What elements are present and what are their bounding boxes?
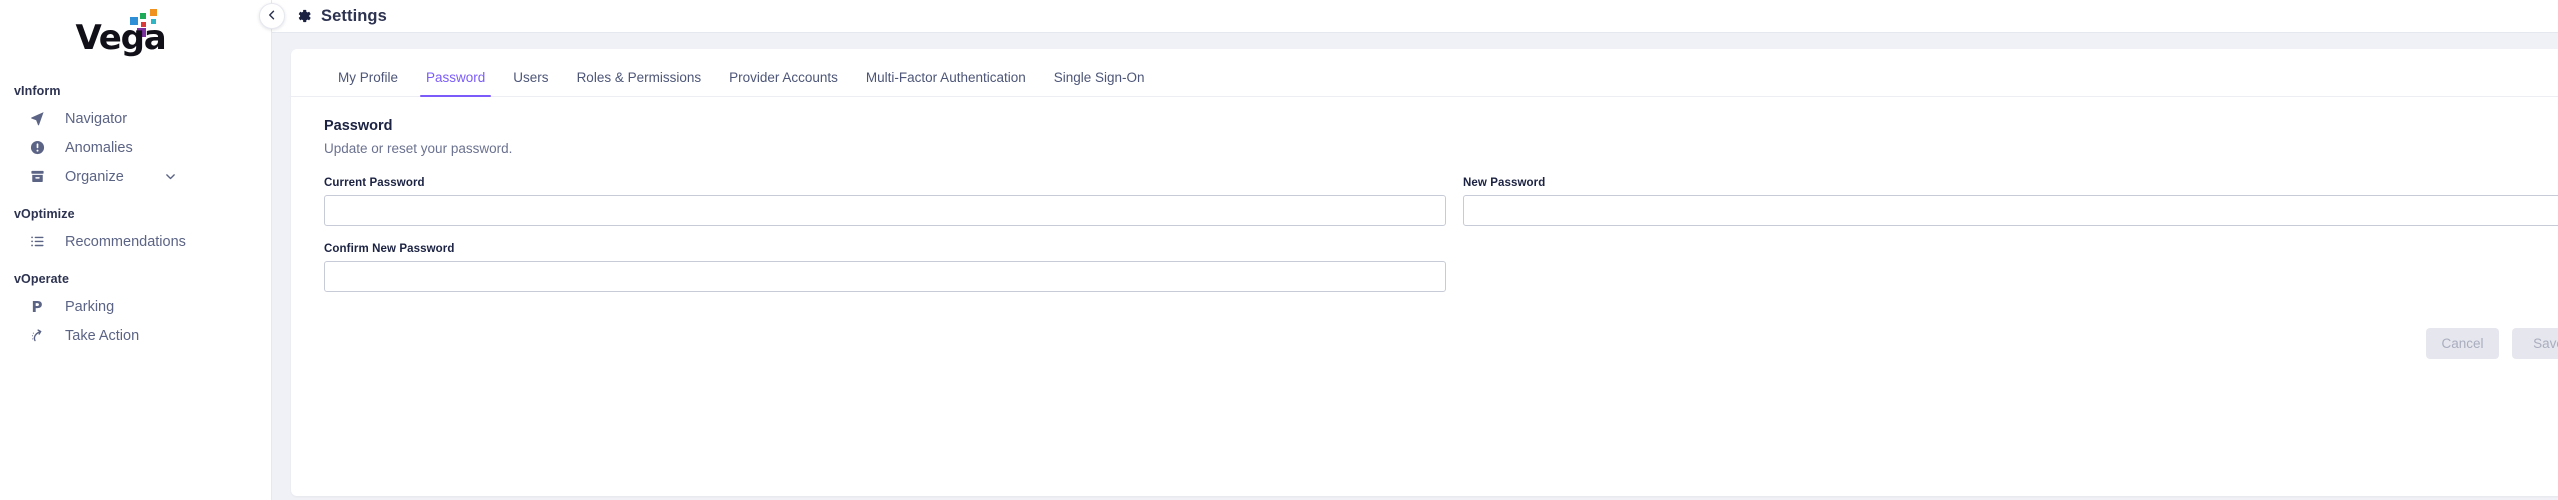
cancel-button[interactable]: Cancel [2426,328,2499,359]
content-area: My Profile Password Users Roles & Permis… [272,33,2558,500]
sidebar-item-label: Organize [65,168,124,185]
app-root: Vega vInform Navigator Anomalies Organiz… [0,0,2558,500]
sidebar-item-label: Navigator [65,110,128,127]
form-row-2: Confirm New Password [324,243,2558,309]
save-button[interactable]: Save [2512,328,2558,359]
tab-my-profile[interactable]: My Profile [324,70,412,96]
brand-name: Vega [75,18,167,58]
confirm-new-password-input[interactable] [324,261,1446,292]
page-title: Settings [321,6,387,25]
sidebar-section-voptimize: vOptimize [14,207,75,221]
anomalies-icon [26,138,48,158]
page-title-group: Settings [296,7,387,26]
gear-icon [296,8,312,24]
sidebar-item-organize[interactable]: Organize [0,162,271,191]
current-password-input[interactable] [324,195,1446,226]
tab-multi-factor-authentication[interactable]: Multi-Factor Authentication [852,70,1040,96]
sidebar-item-take-action[interactable]: Take Action [0,321,271,350]
main-area: Settings My Profile Password Users Roles… [259,0,2558,500]
sidebar-section-voperate: vOperate [14,272,69,286]
settings-card: My Profile Password Users Roles & Permis… [291,49,2558,496]
sidebar-item-label: Anomalies [65,139,133,156]
organize-icon [26,167,48,187]
sidebar-section-vinform: vInform [14,84,61,98]
new-password-field: New Password [1463,177,2558,226]
form-row-1: Current Password New Password [324,177,2558,243]
tab-users[interactable]: Users [499,70,562,96]
section-title: Password [324,118,393,134]
recommendations-icon [26,232,48,252]
sidebar-item-label: Take Action [65,327,140,344]
confirm-new-password-field: Confirm New Password [324,243,1446,292]
current-password-field: Current Password [324,177,1446,226]
brand-logo[interactable]: Vega [0,0,271,62]
password-section-header: Password Update or reset your password. [291,97,2558,156]
password-form: Current Password New Password Confirm Ne… [291,156,2558,309]
settings-tabs: My Profile Password Users Roles & Permis… [291,49,2558,97]
sidebar-item-anomalies[interactable]: Anomalies [0,133,271,162]
back-button[interactable] [259,3,285,29]
tab-password[interactable]: Password [412,70,499,97]
sidebar-item-parking[interactable]: P Parking [0,292,271,321]
new-password-label: New Password [1463,177,1546,189]
topbar: Settings [259,0,2558,33]
tab-roles-permissions[interactable]: Roles & Permissions [563,70,716,96]
form-actions: Cancel Save [291,309,2558,359]
navigator-icon [26,109,48,129]
sidebar-item-recommendations[interactable]: Recommendations [0,227,271,256]
sidebar-nav: vInform Navigator Anomalies Organize vOp… [0,62,271,350]
sidebar: Vega vInform Navigator Anomalies Organiz… [0,0,272,500]
chevron-down-icon[interactable] [164,170,177,183]
tab-single-sign-on[interactable]: Single Sign-On [1040,70,1159,96]
parking-icon: P [31,297,43,316]
take-action-icon [26,326,48,346]
sidebar-item-label: Recommendations [65,233,186,250]
current-password-label: Current Password [324,177,425,189]
tab-provider-accounts[interactable]: Provider Accounts [715,70,852,96]
section-subtitle: Update or reset your password. [324,141,513,156]
new-password-input[interactable] [1463,195,2558,226]
sidebar-item-navigator[interactable]: Navigator [0,104,271,133]
sidebar-item-label: Parking [65,298,115,315]
chevron-left-icon [266,9,278,24]
confirm-new-password-label: Confirm New Password [324,243,455,255]
